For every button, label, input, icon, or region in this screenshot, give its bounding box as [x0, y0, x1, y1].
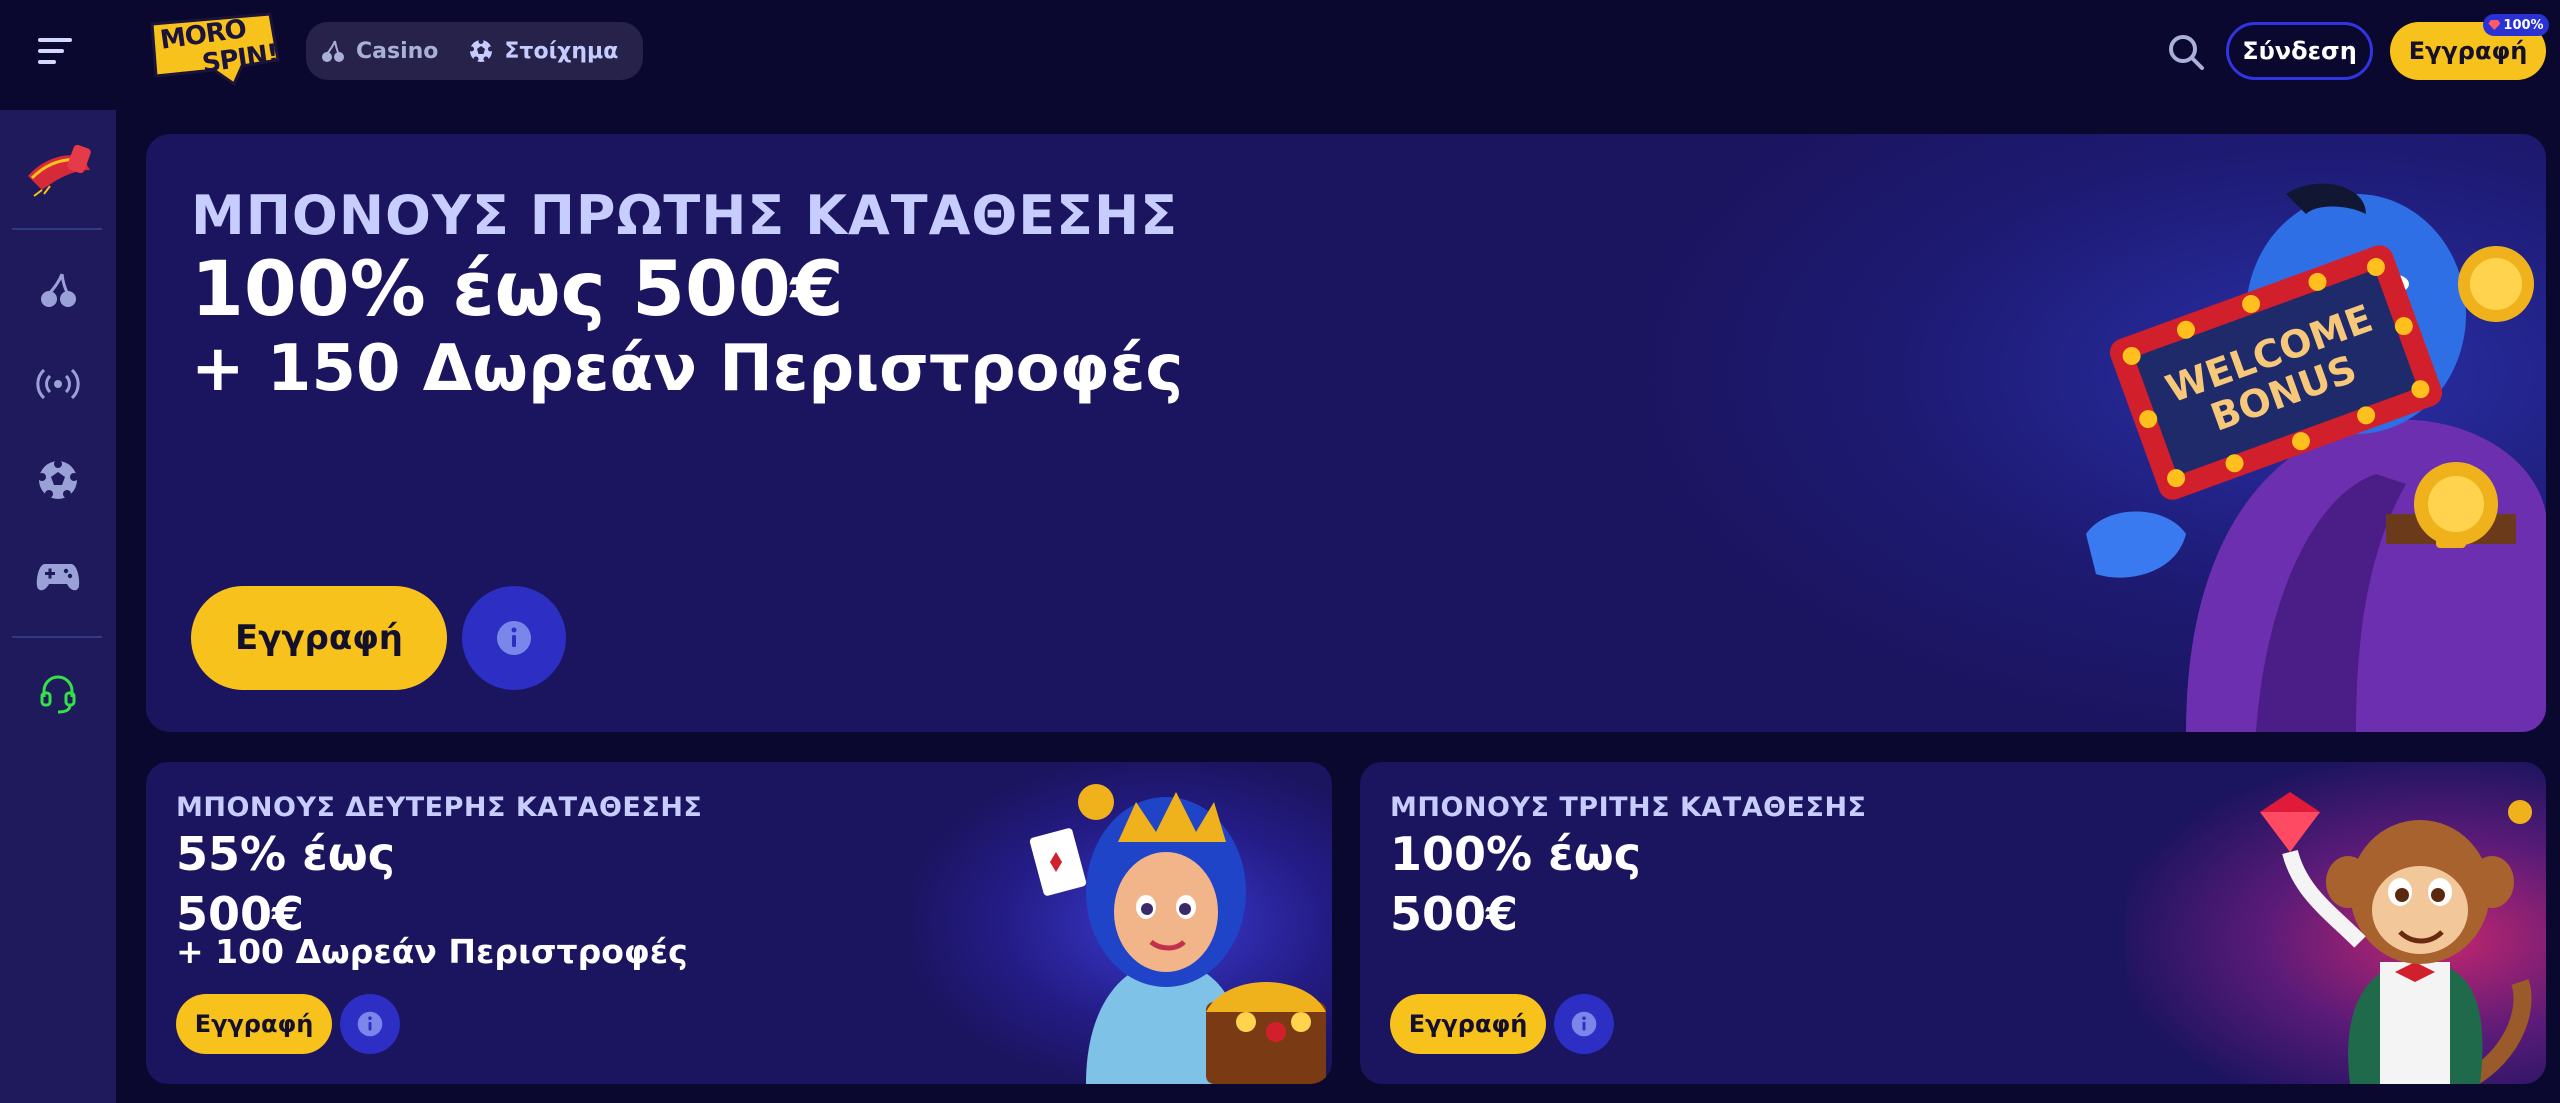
info-icon [1571, 1011, 1597, 1037]
hero-info-button[interactable] [462, 586, 566, 690]
card-title-line1: 55% έως [176, 827, 395, 881]
product-switcher: Casino Στοίχημα [306, 22, 643, 80]
sidebar-item-sports[interactable] [34, 456, 82, 504]
card-register-button[interactable]: Εγγραφή [176, 994, 332, 1054]
search-icon[interactable] [2166, 32, 2206, 72]
tab-casino[interactable]: Casino [320, 38, 438, 64]
tab-casino-label: Casino [356, 38, 439, 64]
magic-carpet-icon[interactable] [20, 140, 96, 200]
sidebar [0, 110, 116, 1103]
gamepad-icon [36, 564, 80, 591]
bonus-badge: 100% [2483, 14, 2549, 36]
princess-illustration [1029, 784, 1326, 1084]
cherries-icon [322, 40, 344, 62]
card-title-line1: 100% έως [1390, 827, 1641, 881]
sidebar-divider [12, 636, 102, 638]
logo[interactable]: MORO SPIN! [144, 10, 284, 88]
card-title-line2: 500€ [1390, 887, 1519, 941]
hero-register-button[interactable]: Εγγραφή [191, 586, 447, 690]
card-subtitle: ΜΠΟΝΟΥΣ ΤΡΙΤΗΣ ΚΑΤΑΘΕΣΗΣ [1390, 792, 1867, 823]
soccer-ball-icon [38, 460, 78, 499]
second-deposit-bonus-card: ΜΠΟΝΟΥΣ ΔΕΥΤΕΡΗΣ ΚΑΤΑΘΕΣΗΣ 55% έως 500€ … [146, 762, 1332, 1084]
card-title: 55% έως 500€ [176, 824, 395, 944]
genie-illustration: WELCOME BONUS [2086, 183, 2546, 732]
card-register-button[interactable]: Εγγραφή [1390, 994, 1546, 1054]
cherries-icon [41, 273, 76, 307]
card-subtitle: ΜΠΟΝΟΥΣ ΔΕΥΤΕΡΗΣ ΚΑΤΑΘΕΣΗΣ [176, 792, 703, 823]
info-icon [497, 621, 531, 655]
login-button[interactable]: Σύνδεση [2226, 22, 2373, 80]
hero-title: 100% έως 500€ [191, 244, 844, 333]
support-headset-icon [40, 675, 76, 714]
bonus-badge-label: 100% [2503, 17, 2544, 33]
live-broadcast-icon [36, 368, 80, 400]
sidebar-item-live[interactable] [34, 360, 82, 408]
sidebar-divider [12, 228, 102, 230]
soccer-ball-icon [469, 39, 494, 62]
gem-icon [2488, 20, 2501, 30]
magic-carpet-graphic [28, 144, 91, 197]
sidebar-item-games[interactable] [34, 552, 82, 600]
card-free-spins: + 100 Δωρεάν Περιστροφές [176, 932, 688, 971]
menu-icon[interactable] [38, 38, 74, 68]
sidebar-item-support[interactable] [34, 670, 82, 718]
monkey-illustration [2260, 792, 2532, 1084]
hero-free-spins: + 150 Δωρεάν Περιστροφές [191, 332, 1184, 406]
tab-sports-betting-label: Στοίχημα [504, 38, 619, 64]
third-deposit-bonus-card: ΜΠΟΝΟΥΣ ΤΡΙΤΗΣ ΚΑΤΑΘΕΣΗΣ 100% έως 500€ Ε… [1360, 762, 2546, 1084]
tab-sports-betting[interactable]: Στοίχημα [468, 38, 618, 64]
hero-subtitle: ΜΠΟΝΟΥΣ ΠΡΩΤΗΣ ΚΑΤΑΘΕΣΗΣ [191, 184, 1179, 247]
card-info-button[interactable] [1554, 994, 1614, 1054]
card-info-button[interactable] [340, 994, 400, 1054]
info-icon [357, 1011, 383, 1037]
card-title: 100% έως 500€ [1390, 824, 1641, 944]
welcome-bonus-banner: ΜΠΟΝΟΥΣ ΠΡΩΤΗΣ ΚΑΤΑΘΕΣΗΣ 100% έως 500€ +… [146, 134, 2546, 732]
sidebar-item-casino[interactable] [34, 266, 82, 314]
top-bar: MORO SPIN! Casino Στοίχημα Σύνδεση Εγγρα… [0, 0, 2560, 110]
